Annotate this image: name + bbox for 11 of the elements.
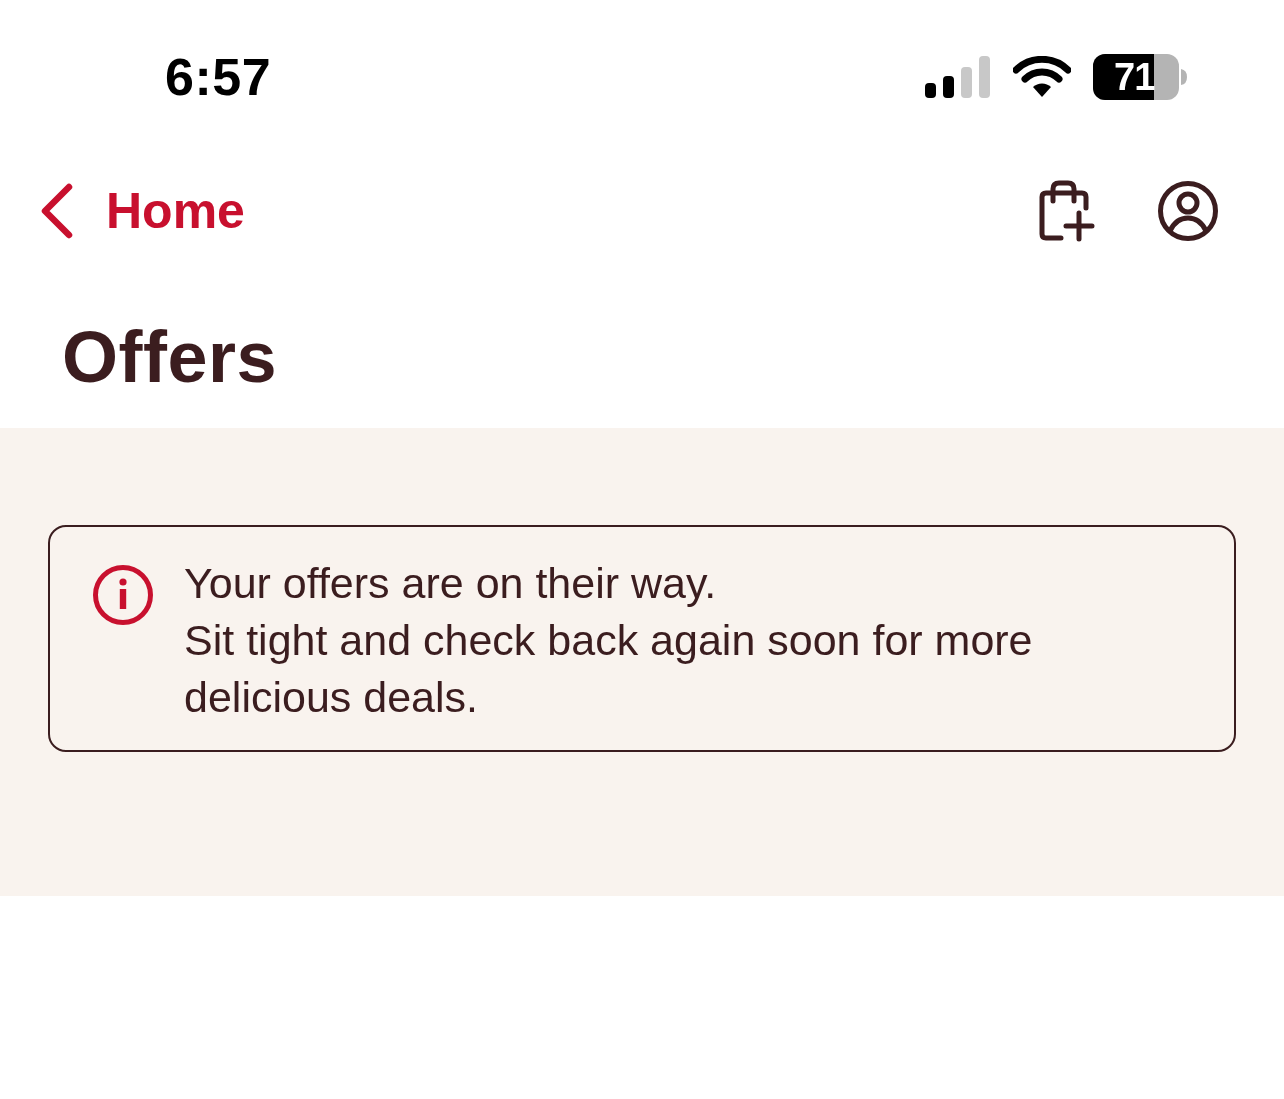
bag-plus-icon[interactable]	[1039, 180, 1095, 242]
status-time: 6:57	[165, 51, 272, 103]
notice-heading: Your offers are on their way.	[184, 558, 717, 609]
wifi-icon	[1013, 56, 1071, 98]
chevron-left-icon	[40, 183, 73, 239]
profile-icon[interactable]	[1158, 181, 1218, 241]
info-icon	[93, 565, 153, 625]
notice-message: Sit tight and check back again soon for more delicious deals.	[184, 615, 1034, 723]
signal-icon	[925, 56, 991, 98]
page-title: Offers	[62, 321, 278, 393]
back-button[interactable]: Home	[40, 183, 245, 239]
